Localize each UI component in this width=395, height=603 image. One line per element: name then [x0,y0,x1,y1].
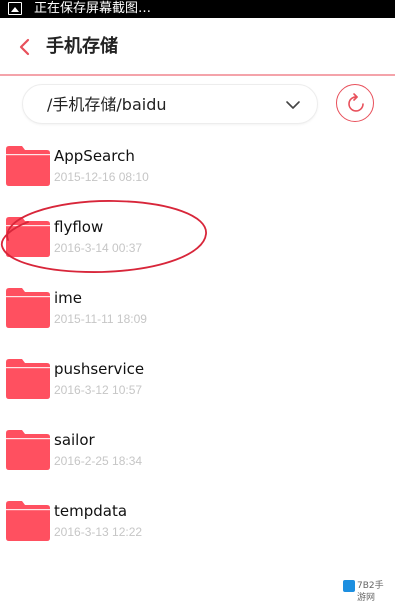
refresh-button[interactable] [336,84,374,122]
folder-row[interactable]: ime 2015-11-11 18:09 [0,277,395,348]
path-dropdown[interactable]: /手机存储/baidu [22,84,318,124]
chevron-down-icon [286,101,300,109]
folder-date: 2015-11-11 18:09 [54,312,147,326]
status-text: 正在保存屏幕截图… [34,1,152,16]
folder-name: AppSearch [54,147,135,165]
folder-row[interactable]: pushservice 2016-3-12 10:57 [0,348,395,419]
status-bar: 正在保存屏幕截图… [0,0,395,18]
folder-name: sailor [54,431,95,449]
folder-icon [6,501,50,541]
folder-row[interactable]: tempdata 2016-3-13 12:22 [0,490,395,561]
path-text: /手机存储/baidu [47,95,167,114]
folder-name: tempdata [54,502,128,520]
back-button[interactable] [10,32,40,62]
folder-icon [6,146,50,186]
folder-icon [6,430,50,470]
image-icon [8,2,22,15]
folder-date: 2016-3-14 00:37 [54,241,143,255]
folder-icon [6,288,50,328]
folder-date: 2016-3-13 12:22 [54,525,143,539]
folder-icon [6,359,50,399]
refresh-icon [348,93,364,112]
folder-name: flyflow [54,218,104,236]
folder-icon [6,217,50,257]
folder-row[interactable]: flyflow 2016-3-14 00:37 [0,206,395,277]
folder-date: 2015-12-16 08:10 [54,170,149,184]
header: 手机存储 [0,18,395,76]
watermark-logo: 7B2手游网 [343,578,391,603]
folder-date: 2016-2-25 18:34 [54,454,143,468]
folder-row[interactable]: AppSearch 2015-12-16 08:10 [0,135,395,206]
folder-name: pushservice [54,360,145,378]
page-title: 手机存储 [46,36,118,57]
watermark-text: 7B2手游网 [357,581,384,603]
chevron-left-icon [19,38,30,56]
logo-icon [343,580,355,592]
folder-name: ime [54,289,83,307]
folder-date: 2016-3-12 10:57 [54,383,143,397]
folder-row[interactable]: sailor 2016-2-25 18:34 [0,419,395,490]
